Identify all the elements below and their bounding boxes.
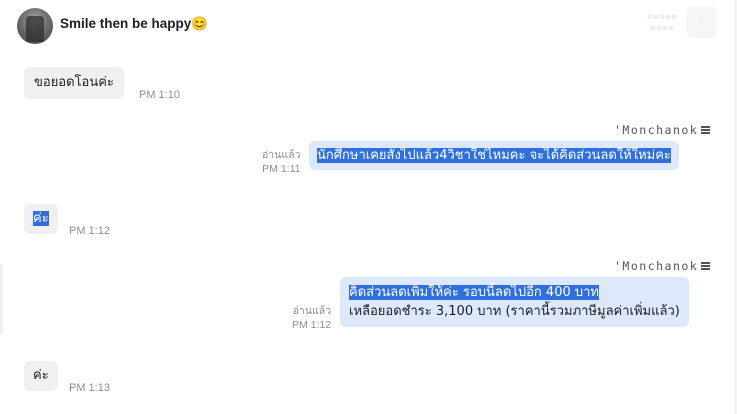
contact-avatar[interactable] bbox=[17, 8, 53, 44]
sender-name-text: 'Monchanok bbox=[614, 123, 699, 137]
message-timestamp: PM 1:10 bbox=[139, 89, 180, 101]
message-timestamp: PM 1:12 bbox=[292, 319, 332, 331]
outgoing-message-bubble[interactable]: นักศึกษาเคยสั่งไปแล้ว4วิชาใช่ไหมคะ จะได้… bbox=[309, 141, 679, 170]
message-text: ขอยอดโอนค่ะ bbox=[34, 75, 114, 90]
sender-name: 'Monchanok bbox=[614, 259, 711, 273]
message-text: นักศึกษาเคยสั่งไปแล้ว4วิชาใช่ไหมคะ จะได้… bbox=[317, 148, 671, 163]
message-meta: อ่านแล้ว PM 1:11 bbox=[262, 148, 300, 176]
sender-name: 'Monchanok bbox=[614, 123, 711, 137]
sender-menu-icon bbox=[701, 262, 711, 270]
sender-menu-icon bbox=[701, 126, 711, 134]
message-text-line: เหลือยอดชำระ 3,100 บาท (ราคานี้รวมภาษีมู… bbox=[349, 304, 680, 319]
read-receipt: อ่านแล้ว bbox=[262, 149, 301, 161]
message-timestamp: PM 1:13 bbox=[69, 382, 110, 394]
message-timestamp: PM 1:12 bbox=[69, 225, 110, 237]
more-options-icon[interactable]: ⋮ bbox=[686, 6, 716, 38]
message-text: ค่ะ bbox=[33, 368, 49, 383]
message-text-line: คิดส่วนลดเพิ่มให้ค่ะ รอบนี้ลดไปอีก 400 บ… bbox=[349, 285, 599, 300]
sender-name-text: 'Monchanok bbox=[614, 259, 699, 273]
message-meta: อ่านแล้ว PM 1:12 bbox=[292, 304, 331, 332]
chat-header: Smile then be happy😊 ▪▪▪▪▪ ▪▪▪▪ ⋮ bbox=[0, 0, 737, 52]
incoming-message-bubble[interactable]: ค่ะ bbox=[24, 204, 58, 234]
message-text: ค่ะ bbox=[33, 211, 49, 226]
contact-name[interactable]: Smile then be happy😊 bbox=[60, 16, 208, 32]
avatar-photo bbox=[26, 16, 44, 42]
message-timestamp: PM 1:11 bbox=[262, 163, 301, 175]
read-receipt: อ่านแล้ว bbox=[292, 305, 332, 317]
outgoing-message-bubble[interactable]: คิดส่วนลดเพิ่มให้ค่ะ รอบนี้ลดไปอีก 400 บ… bbox=[340, 277, 689, 327]
incoming-message-bubble[interactable]: ค่ะ bbox=[24, 361, 58, 391]
incoming-message-bubble[interactable]: ขอยอดโอนค่ะ bbox=[24, 67, 124, 99]
header-status-faded: ▪▪▪▪▪ ▪▪▪▪ bbox=[646, 12, 678, 33]
left-edge-shade bbox=[0, 264, 3, 334]
